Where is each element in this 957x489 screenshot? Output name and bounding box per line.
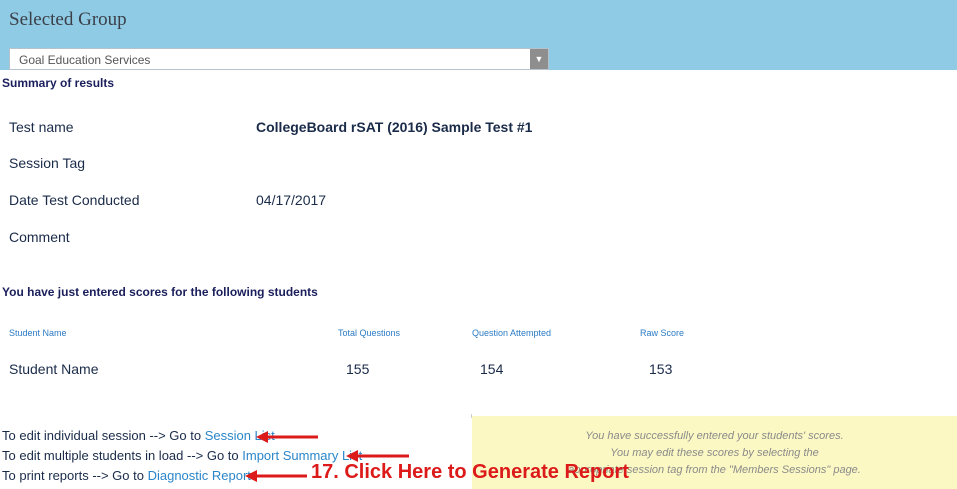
annotation-arrows (245, 431, 409, 482)
arrowhead-icon (245, 470, 257, 482)
annotation-callout: 17. Click Here to Generate Report (311, 461, 629, 483)
arrowhead-icon (256, 431, 268, 443)
